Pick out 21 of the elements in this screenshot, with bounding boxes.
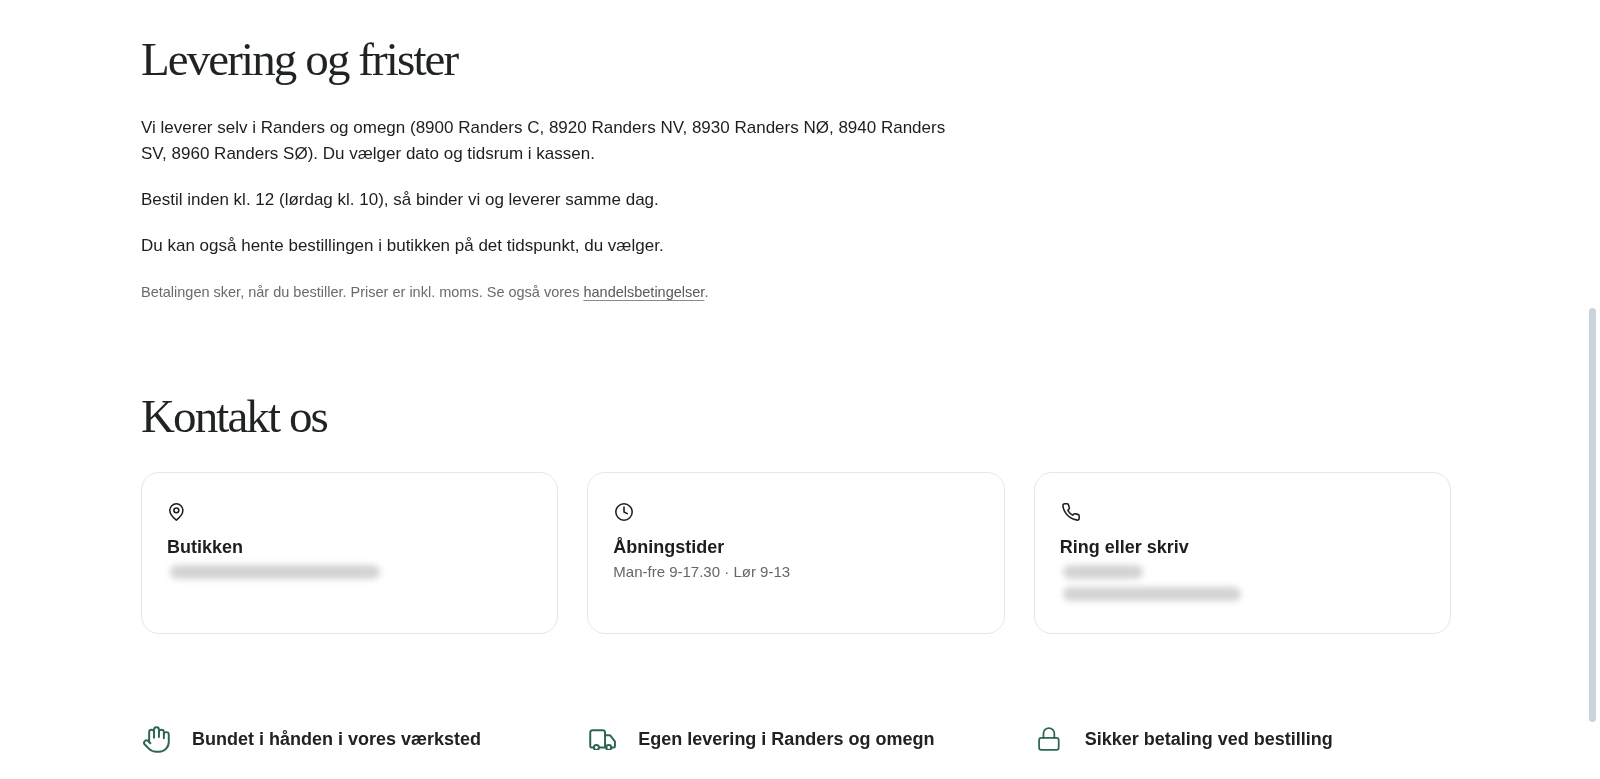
scrollbar-thumb[interactable] bbox=[1589, 308, 1596, 722]
section-heading: Kontakt os bbox=[141, 390, 327, 443]
lock-icon bbox=[1037, 727, 1060, 751]
body-paragraph: Bestil inden kl. 12 (lørdag kl. 10), så binder vi og leverer samme dag. bbox=[141, 189, 659, 211]
body-paragraph: Du kan også hente bestillingen i butikken på det tidspunkt, du vælger. bbox=[141, 235, 664, 257]
body-paragraph: Vi leverer selv i Randers og omegn (8900 Randers C, 8920 Randers NV, 8930 Randers NØ, 8940 Randers SV, 8960 Randers SØ). Du vælger dato og tidsrum i kassen. bbox=[141, 117, 947, 165]
card-title: Åbningstider bbox=[613, 536, 725, 559]
card-title: Ring eller skriv bbox=[1059, 536, 1189, 559]
terms-link[interactable]: handelsbetingelser bbox=[583, 284, 705, 300]
hand-icon bbox=[142, 725, 170, 753]
phone-icon bbox=[1061, 503, 1080, 521]
card-title: Butikken bbox=[167, 536, 244, 559]
truck-icon bbox=[588, 728, 616, 750]
clock-icon bbox=[615, 503, 634, 521]
card-detail-text: Man-fre 9-17.30 · Lør 9-13 bbox=[613, 562, 791, 582]
map-pin-icon bbox=[169, 503, 184, 521]
feature-text: Sikker betaling ved bestilling bbox=[1084, 728, 1333, 750]
feature-text: Bundet i hånden i vores værksted bbox=[192, 728, 482, 750]
feature-text: Egen levering i Randers og omegn bbox=[638, 728, 935, 750]
payment-note: Betalingen sker, når du bestiller. Priser er inkl. moms. Se også vores handelsbetingelser. bbox=[141, 283, 709, 302]
section-heading: Levering og frister bbox=[141, 33, 458, 86]
